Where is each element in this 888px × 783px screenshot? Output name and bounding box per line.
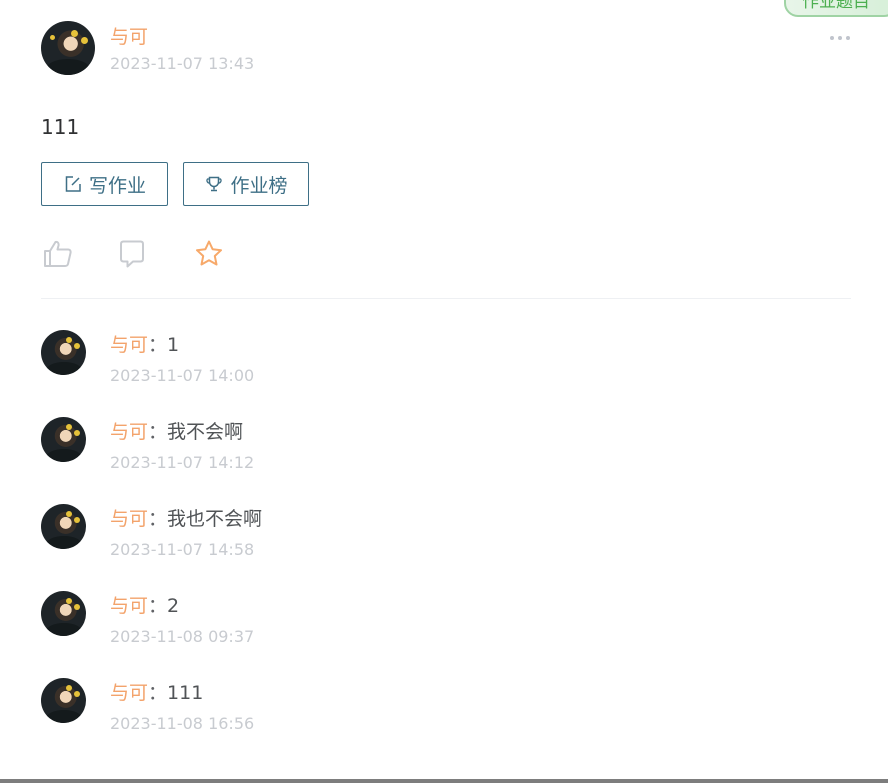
comment-author-name[interactable]: 与可 <box>110 508 148 530</box>
comment-avatar[interactable] <box>41 330 86 375</box>
post-author-avatar[interactable] <box>41 21 95 75</box>
comment-avatar[interactable] <box>41 417 86 462</box>
homework-ranking-label: 作业榜 <box>230 174 288 197</box>
comment-avatar[interactable] <box>41 591 86 636</box>
comment-author-name[interactable]: 与可 <box>110 421 148 443</box>
comment-item: 与可：111 2023-11-08 16:56 <box>41 678 821 738</box>
write-homework-label: 写作业 <box>88 174 146 197</box>
write-homework-button[interactable]: 写作业 <box>41 162 168 206</box>
star-icon[interactable] <box>193 238 225 270</box>
post-content: 111 <box>41 115 80 139</box>
comment-separator: ： <box>148 334 168 356</box>
comment-avatar[interactable] <box>41 678 86 723</box>
comment-text: 我也不会啊 <box>167 508 263 530</box>
comment-text: 1 <box>167 334 180 356</box>
post-timestamp: 2023-11-07 13:43 <box>110 54 255 73</box>
comment-separator: ： <box>148 595 168 617</box>
comment-separator: ： <box>148 682 168 704</box>
comment-timestamp: 2023-11-07 14:00 <box>110 366 255 385</box>
comment-item: 与可：我不会啊 2023-11-07 14:12 <box>41 417 821 477</box>
comment-icon[interactable] <box>116 238 148 270</box>
comment-item: 与可：我也不会啊 2023-11-07 14:58 <box>41 504 821 564</box>
comment-author-name[interactable]: 与可 <box>110 334 148 356</box>
comment-timestamp: 2023-11-07 14:12 <box>110 453 255 472</box>
comment-text: 2 <box>167 595 180 617</box>
comment-timestamp: 2023-11-08 09:37 <box>110 627 255 646</box>
homework-topic-tag[interactable]: 作业题目 <box>784 0 888 17</box>
comment-separator: ： <box>148 508 168 530</box>
homework-ranking-button[interactable]: 作业榜 <box>183 162 309 206</box>
comment-separator: ： <box>148 421 168 443</box>
comment-item: 与可：1 2023-11-07 14:00 <box>41 330 821 390</box>
comment-author-name[interactable]: 与可 <box>110 595 148 617</box>
comment-author-name[interactable]: 与可 <box>110 682 148 704</box>
comment-text: 111 <box>167 682 204 704</box>
like-icon[interactable] <box>42 238 74 270</box>
comment-timestamp: 2023-11-07 14:58 <box>110 540 255 559</box>
comment-text: 我不会啊 <box>167 421 244 443</box>
post-author-name[interactable]: 与可 <box>110 25 148 49</box>
trophy-icon <box>206 176 223 192</box>
edit-icon <box>65 176 81 192</box>
comment-timestamp: 2023-11-08 16:56 <box>110 714 255 733</box>
homework-topic-label: 作业题目 <box>802 0 870 12</box>
comment-item: 与可：2 2023-11-08 09:37 <box>41 591 821 651</box>
bottom-border <box>0 779 888 783</box>
section-divider <box>41 298 851 299</box>
more-options-icon[interactable] <box>826 34 854 42</box>
comment-avatar[interactable] <box>41 504 86 549</box>
